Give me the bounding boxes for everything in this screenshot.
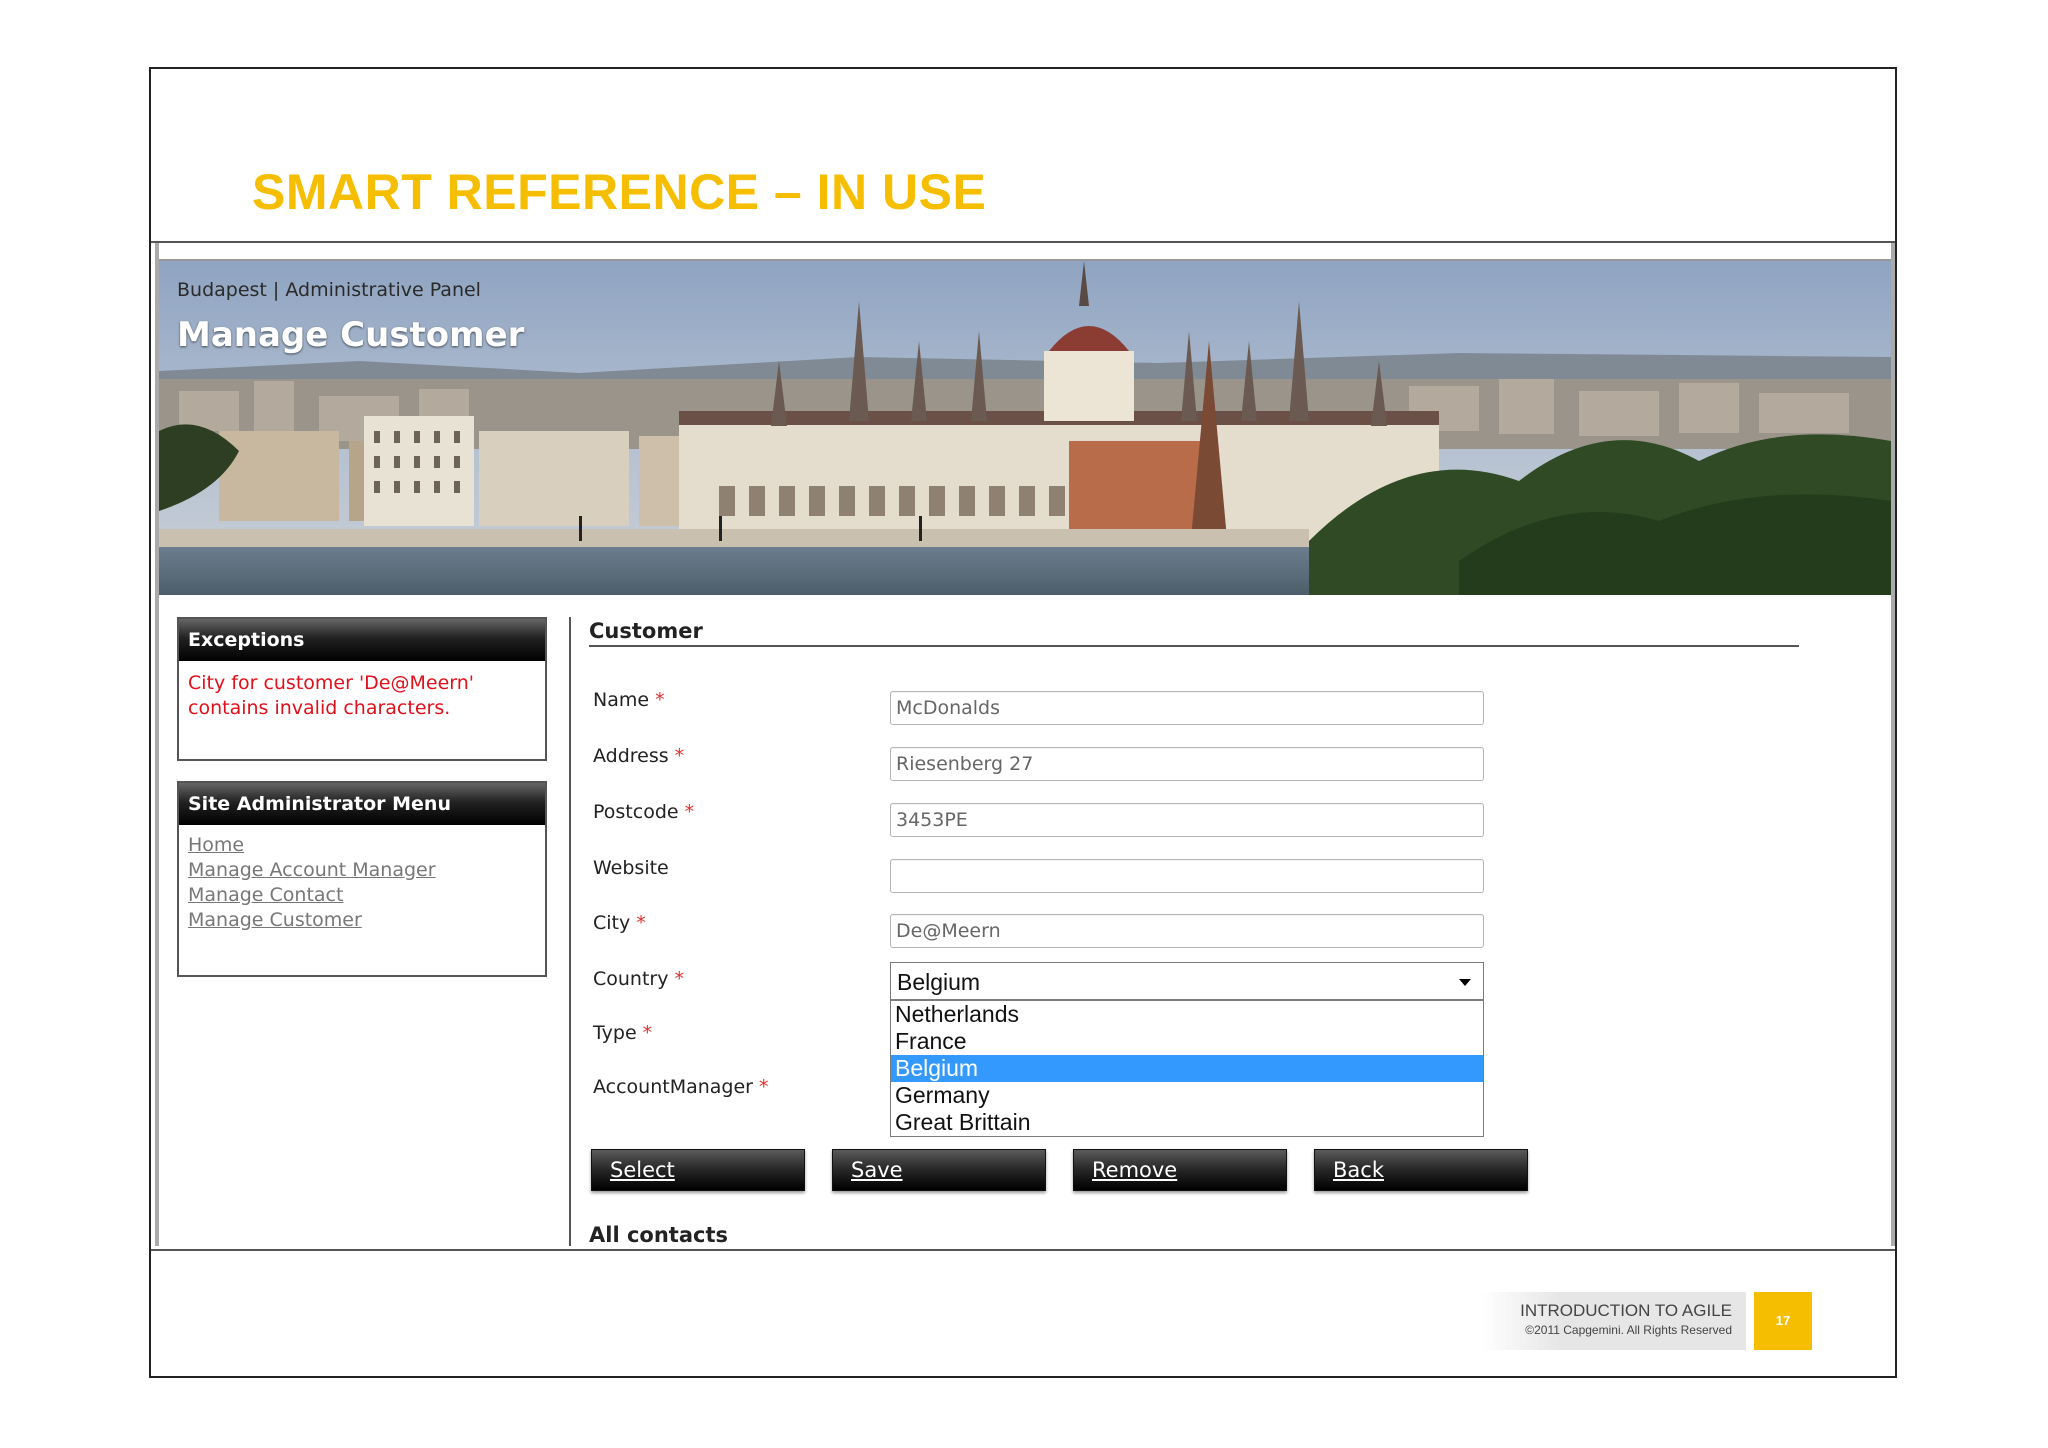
slide-title: SMART REFERENCE – IN USE	[252, 164, 987, 220]
required-marker: *	[642, 1022, 653, 1044]
exception-message: City for customer 'De@Meern' contains in…	[188, 672, 475, 719]
country-select[interactable]: Belgium	[890, 962, 1484, 1000]
menu-link-manage-contact[interactable]: Manage Contact	[188, 883, 536, 908]
required-marker: *	[759, 1076, 769, 1098]
address-field[interactable]	[890, 747, 1484, 781]
exceptions-panel: Exceptions City for customer 'De@Meern' …	[177, 617, 547, 761]
back-button[interactable]: Back	[1314, 1149, 1528, 1191]
website-label: Website	[593, 857, 669, 879]
section-divider	[589, 645, 1799, 647]
admin-menu-heading: Site Administrator Menu	[179, 783, 545, 825]
postcode-field[interactable]	[890, 803, 1484, 837]
page-title: Manage Customer	[177, 315, 525, 355]
country-option-belgium[interactable]: Belgium	[891, 1055, 1483, 1082]
footer-copyright: ©2011 Capgemini. All Rights Reserved	[1525, 1323, 1732, 1337]
country-option-france[interactable]: France	[891, 1028, 1483, 1055]
required-marker: *	[674, 968, 684, 990]
account-manager-label: AccountManager *	[593, 1076, 769, 1098]
save-button[interactable]: Save	[832, 1149, 1046, 1191]
type-label: Type *	[593, 1022, 653, 1044]
required-marker: *	[674, 745, 685, 767]
banner: Budapest | Administrative Panel Manage C…	[159, 259, 1891, 595]
parliament-banner-image	[159, 261, 1891, 595]
footer-label: INTRODUCTION TO AGILE ©2011 Capgemini. A…	[1481, 1292, 1746, 1350]
app-screenshot: Budapest | Administrative Panel Manage C…	[155, 243, 1895, 1246]
required-marker: *	[655, 689, 665, 711]
exceptions-heading: Exceptions	[179, 619, 545, 661]
chevron-down-icon[interactable]	[1459, 979, 1471, 986]
country-dropdown-list: Netherlands France Belgium Germany Great…	[890, 1000, 1484, 1137]
required-marker: *	[636, 912, 646, 934]
slide: SMART REFERENCE – IN USE Budapest | Admi…	[149, 67, 1897, 1378]
country-option-great-brittain[interactable]: Great Brittain	[891, 1109, 1483, 1136]
address-label: Address *	[593, 745, 685, 767]
city-field[interactable]	[890, 914, 1484, 948]
column-divider	[569, 617, 571, 1246]
footer-title: INTRODUCTION TO AGILE	[1520, 1301, 1732, 1320]
menu-link-manage-customer[interactable]: Manage Customer	[188, 908, 536, 933]
city-label: City *	[593, 912, 646, 934]
select-button[interactable]: Select	[591, 1149, 805, 1191]
page-number: 17	[1754, 1292, 1812, 1350]
menu-link-manage-account-manager[interactable]: Manage Account Manager	[188, 858, 536, 883]
country-selected-value: Belgium	[897, 969, 981, 995]
required-marker: *	[684, 801, 695, 823]
country-option-netherlands[interactable]: Netherlands	[891, 1001, 1483, 1028]
name-label: Name *	[593, 689, 665, 711]
admin-menu-list: Home Manage Account Manager Manage Conta…	[179, 825, 545, 941]
breadcrumb: Budapest | Administrative Panel	[177, 279, 481, 301]
country-option-germany[interactable]: Germany	[891, 1082, 1483, 1109]
menu-link-home[interactable]: Home	[188, 833, 536, 858]
website-field[interactable]	[890, 859, 1484, 893]
all-contacts-heading: All contacts	[589, 1223, 728, 1246]
postcode-label: Postcode *	[593, 801, 695, 823]
remove-button[interactable]: Remove	[1073, 1149, 1287, 1191]
country-label: Country *	[593, 968, 684, 990]
name-field[interactable]	[890, 691, 1484, 725]
customer-section-title: Customer	[589, 619, 703, 643]
site-admin-menu: Site Administrator Menu Home Manage Acco…	[177, 781, 547, 977]
footer-divider	[151, 1249, 1895, 1251]
